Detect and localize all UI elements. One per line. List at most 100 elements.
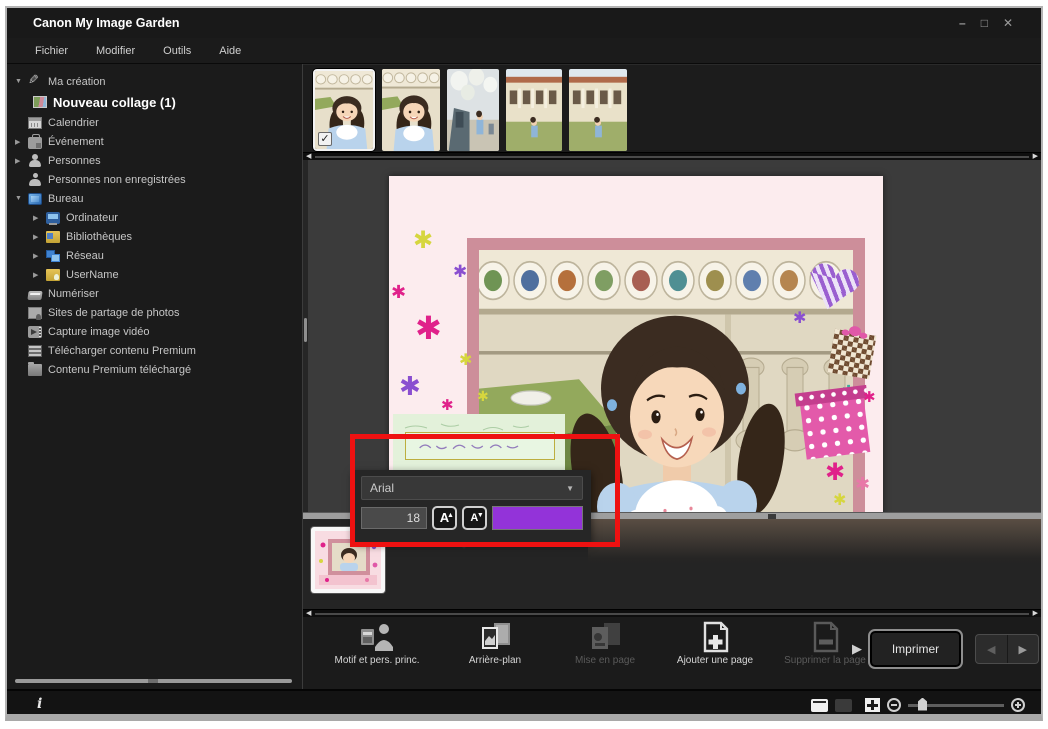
sidebar-item-label: Personnes — [48, 155, 101, 167]
font-size-input[interactable] — [361, 507, 427, 529]
menu-modifier[interactable]: Modifier — [96, 45, 135, 57]
sidebar-item-sites-partage[interactable]: Sites de partage de photos — [7, 303, 302, 322]
flower-decoration: ✱ — [415, 312, 442, 344]
calendar-icon — [28, 117, 42, 129]
list-view-button[interactable] — [811, 699, 828, 712]
font-family-select[interactable]: Arial ▼ — [361, 476, 583, 500]
sidebar-item-username[interactable]: UserName — [7, 265, 302, 284]
flower-decoration: ✱ — [413, 228, 433, 252]
checkmark-icon[interactable]: ✓ — [318, 132, 332, 146]
chevron-right-icon[interactable] — [33, 214, 46, 222]
sidebar-item-ma-creation[interactable]: Ma création — [7, 72, 302, 91]
info-icon[interactable]: i — [37, 696, 42, 712]
decrease-font-size-button[interactable]: A▼ — [462, 506, 487, 530]
flower-decoration: ✱ — [477, 390, 489, 404]
menu-aide[interactable]: Aide — [219, 45, 241, 57]
sidebar-item-label: Numériser — [48, 288, 99, 300]
sidebar-item-numeriser[interactable]: Numériser — [7, 284, 302, 303]
photo-thumbnail-2[interactable] — [382, 69, 440, 151]
sidebar-item-personnes[interactable]: Personnes — [7, 151, 302, 170]
minimize-button[interactable]: – — [959, 8, 966, 38]
sidebar-item-label: Capture image vidéo — [48, 326, 150, 338]
print-button[interactable]: Imprimer — [868, 629, 963, 669]
motif-button[interactable]: Motif et pers. princ. — [331, 621, 423, 666]
sidebar-item-reseau[interactable]: Réseau — [7, 246, 302, 265]
chevron-right-icon[interactable] — [33, 252, 46, 260]
grid-view-button — [835, 699, 852, 712]
close-button[interactable]: ✕ — [1003, 8, 1013, 38]
chevron-right-icon[interactable] — [15, 157, 28, 165]
video-capture-icon — [28, 326, 42, 338]
filmstrip-scrollbar[interactable]: ◀ ▶ — [303, 152, 1041, 160]
ajouter-page-button[interactable]: Ajouter une page — [669, 621, 761, 666]
person-icon — [28, 155, 42, 167]
sidebar-item-capture-video[interactable]: Capture image vidéo — [7, 322, 302, 341]
photo-thumbnail-1[interactable]: ✓ — [313, 69, 375, 151]
sidebar-item-label: Sites de partage de photos — [48, 307, 179, 319]
chevron-down-icon[interactable] — [15, 195, 28, 202]
chevron-right-icon[interactable] — [33, 233, 46, 241]
arriere-plan-button[interactable]: Arrière-plan — [449, 621, 541, 666]
zoom-slider[interactable] — [908, 704, 1004, 707]
sidebar-item-nouveau-collage[interactable]: Nouveau collage (1) — [7, 91, 302, 113]
photo-share-icon — [28, 307, 42, 319]
collage-page[interactable]: ✱ ✱ ✱ ✱ ✱ ✱ ✱ ✱ — [389, 176, 883, 512]
sidebar-item-label: Bibliothèques — [66, 231, 132, 243]
zoom-in-icon[interactable] — [1011, 698, 1025, 712]
computer-icon — [46, 212, 60, 224]
app-window: Canon My Image Garden – □ ✕ Fichier Modi… — [5, 6, 1043, 721]
fit-view-button[interactable] — [865, 698, 880, 712]
font-toolbar-popup: Arial ▼ A▲ A▼ — [353, 470, 591, 542]
sidebar-item-ordinateur[interactable]: Ordinateur — [7, 208, 302, 227]
previous-page-button[interactable]: ◀ — [976, 635, 1008, 663]
chevron-down-icon[interactable] — [15, 78, 28, 85]
sidebar-item-contenu-premium[interactable]: Contenu Premium téléchargé — [7, 360, 302, 379]
text-box-selected[interactable] — [405, 432, 555, 460]
source-photos-filmstrip: ✓ — [303, 64, 1041, 152]
dimmed-overlay — [588, 519, 1041, 565]
collage-canvas[interactable]: ✱ ✱ ✱ ✱ ✱ ✱ ✱ ✱ — [303, 160, 1041, 512]
pagestrip-scrollbar[interactable]: ◀ ▶ — [303, 609, 1041, 617]
canvas-vertical-scrollbar[interactable] — [303, 160, 308, 512]
user-folder-icon — [46, 269, 60, 281]
font-color-swatch[interactable] — [492, 506, 583, 530]
sidebar-item-label: Ma création — [48, 76, 105, 88]
sidebar-item-telecharger-premium[interactable]: Télécharger contenu Premium — [7, 341, 302, 360]
photo-thumbnail-3[interactable] — [447, 69, 499, 151]
flower-decoration: ✱ — [863, 390, 876, 405]
flower-decoration: ✱ — [825, 460, 845, 484]
more-tools-arrow-icon[interactable]: ▶ — [852, 641, 862, 657]
menu-fichier[interactable]: Fichier — [35, 45, 68, 57]
next-page-button[interactable]: ▶ — [1008, 635, 1039, 663]
maximize-button[interactable]: □ — [981, 8, 988, 38]
zoom-out-icon[interactable] — [887, 698, 901, 712]
chevron-down-icon: ▼ — [566, 484, 574, 493]
window-title: Canon My Image Garden — [33, 16, 180, 30]
menu-outils[interactable]: Outils — [163, 45, 191, 57]
chevron-right-icon[interactable] — [33, 271, 46, 279]
sidebar-item-evenement[interactable]: Événement — [7, 132, 302, 151]
sidebar-item-label: Personnes non enregistrées — [48, 174, 186, 186]
flower-decoration: ✱ — [459, 352, 472, 368]
toolbar-button-label: Ajouter une page — [677, 655, 753, 666]
sidebar-item-label: Télécharger contenu Premium — [48, 345, 196, 357]
sidebar-item-bureau[interactable]: Bureau — [7, 189, 302, 208]
zoom-slider-thumb[interactable] — [918, 698, 927, 711]
sidebar-item-personnes-non-enregistrees[interactable]: Personnes non enregistrées — [7, 170, 302, 189]
sidebar-item-calendrier[interactable]: Calendrier — [7, 113, 302, 132]
flower-decoration: ✱ — [833, 492, 846, 508]
photo-thumbnail-5[interactable] — [569, 69, 627, 151]
sidebar: Ma création Nouveau collage (1) Calendri… — [7, 64, 303, 689]
increase-font-size-button[interactable]: A▲ — [432, 506, 457, 530]
sidebar-horizontal-scrollbar[interactable] — [15, 679, 292, 683]
flower-decoration: ✱ — [453, 264, 467, 281]
sidebar-item-label: Calendrier — [48, 117, 99, 129]
person-icon — [28, 174, 42, 186]
sidebar-item-label: Contenu Premium téléchargé — [48, 364, 191, 376]
chevron-right-icon[interactable] — [15, 138, 28, 146]
photo-thumbnail-4[interactable] — [506, 69, 562, 151]
sidebar-item-bibliotheques[interactable]: Bibliothèques — [7, 227, 302, 246]
sidebar-item-label: Réseau — [66, 250, 104, 262]
network-icon — [46, 250, 60, 262]
sidebar-item-label: Bureau — [48, 193, 83, 205]
